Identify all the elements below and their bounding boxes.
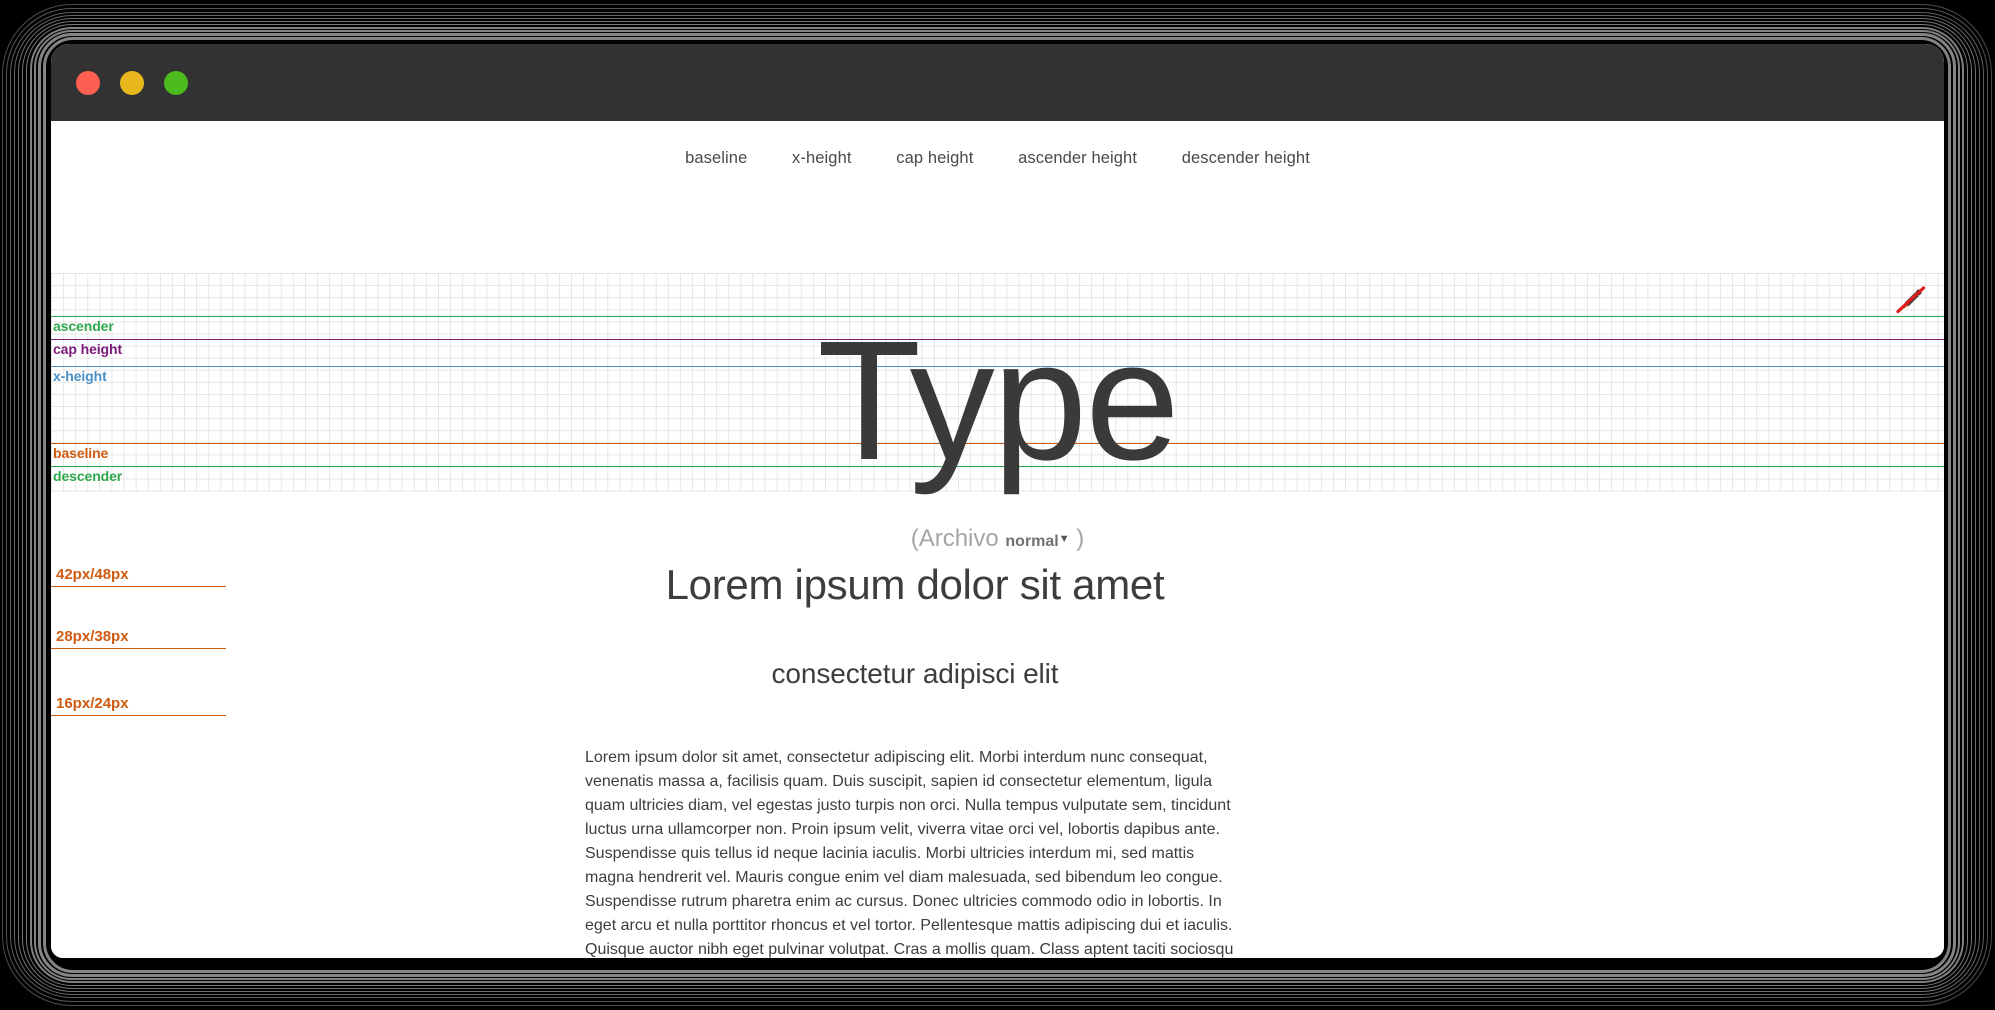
minimize-window-button[interactable]: [120, 70, 144, 95]
chevron-down-icon: ▼: [1058, 533, 1070, 545]
heading-level-1: Lorem ipsum dolor sit amet: [665, 561, 1165, 608]
window-titlebar: [51, 44, 1944, 121]
font-weight-select[interactable]: normal▼: [1005, 533, 1069, 550]
type-specimen-block: Lorem ipsum dolor sit amet consectetur a…: [585, 561, 1245, 958]
browser-window: baseline x-height cap height ascender he…: [51, 44, 1944, 958]
size-rule-underline: [51, 715, 226, 716]
traffic-lights: [76, 70, 188, 95]
size-rule-underline: [51, 586, 226, 587]
font-family-name[interactable]: Archivo: [919, 525, 999, 552]
font-paren-close: ): [1076, 525, 1085, 552]
metric-nav: baseline x-height cap height ascender he…: [51, 121, 1944, 168]
size-rule-label: 42px/48px: [56, 566, 129, 583]
specimen-grid: ascender cap height x-height baseline de…: [51, 273, 1944, 492]
size-rule-h2: 28px/38px: [51, 589, 226, 649]
nav-item-cap-height[interactable]: cap height: [896, 149, 973, 168]
specimen-word[interactable]: Type: [51, 316, 1944, 486]
maximize-window-button[interactable]: [164, 70, 188, 95]
font-weight-value: normal: [1005, 533, 1059, 550]
nav-item-baseline[interactable]: baseline: [685, 149, 747, 168]
nav-item-ascender-height[interactable]: ascender height: [1018, 149, 1137, 168]
size-rule-label: 28px/38px: [56, 628, 129, 645]
size-rule-body: 16px/24px: [51, 656, 226, 716]
size-rule-underline: [51, 648, 226, 649]
nav-item-descender-height[interactable]: descender height: [1182, 149, 1310, 168]
size-rule-h1: 42px/48px: [51, 527, 226, 587]
font-paren-open: (: [910, 525, 919, 552]
nav-item-x-height[interactable]: x-height: [792, 149, 852, 168]
close-window-button[interactable]: [76, 70, 100, 95]
font-selector: (Archivo normal▼ ): [51, 525, 1944, 553]
pencil-disabled-icon[interactable]: [1894, 283, 1928, 317]
heading-level-2: consectetur adipisci elit: [771, 658, 1059, 689]
page-canvas: baseline x-height cap height ascender he…: [51, 121, 1944, 958]
body-paragraph: Lorem ipsum dolor sit amet, consectetur …: [585, 749, 1234, 958]
size-rule-label: 16px/24px: [56, 695, 129, 712]
